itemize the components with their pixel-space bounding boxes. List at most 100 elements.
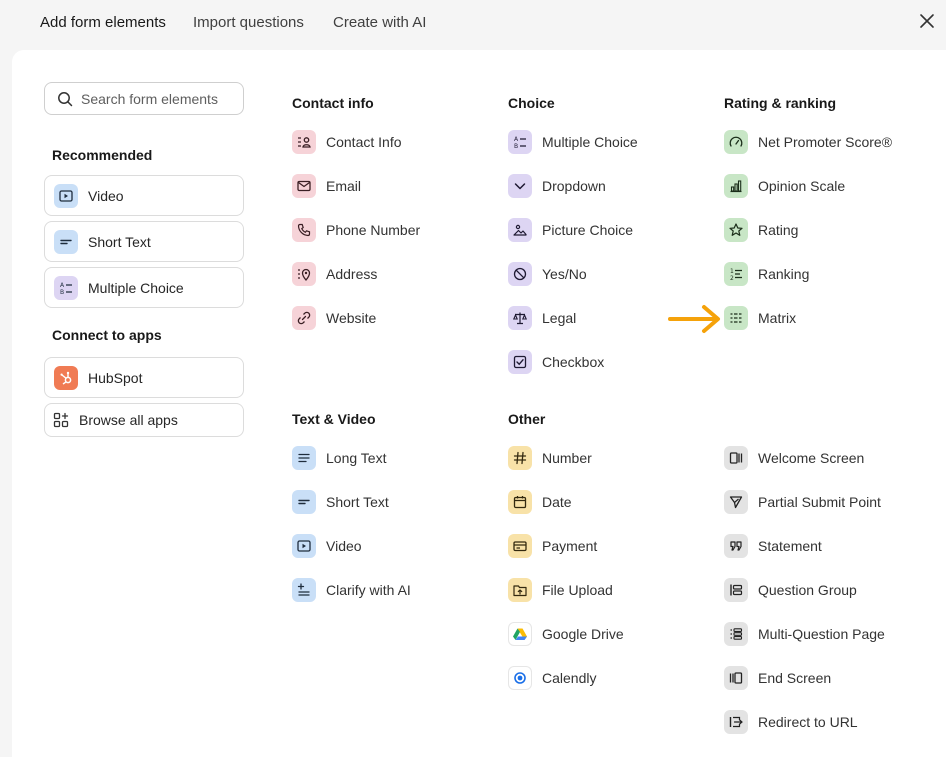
element-calendly[interactable]: Calendly [508, 665, 596, 691]
clarify-ai-icon [292, 578, 316, 602]
element-label: Opinion Scale [758, 178, 846, 194]
element-rating[interactable]: Rating [724, 217, 798, 243]
ranking-icon: 12 [724, 262, 748, 286]
element-label: Statement [758, 538, 822, 554]
short-text-icon [54, 229, 78, 254]
multiple-choice-icon: AB [54, 275, 78, 300]
element-label: Question Group [758, 582, 857, 598]
send-icon [724, 490, 748, 514]
element-label: Contact Info [326, 134, 402, 150]
element-label: Payment [542, 538, 598, 554]
element-label: Date [542, 494, 572, 510]
tab-add-form-elements[interactable]: Add form elements [40, 13, 166, 33]
element-net-promoter-score[interactable]: Net Promoter Score® [724, 129, 892, 155]
element-ranking[interactable]: 12 Ranking [724, 261, 809, 287]
element-google-drive[interactable]: Google Drive [508, 621, 624, 647]
video-icon [54, 183, 78, 208]
end-screen-icon [724, 666, 748, 690]
element-label: Partial Submit Point [758, 494, 881, 510]
search-input[interactable] [81, 90, 236, 107]
svg-text:A: A [60, 282, 65, 289]
tab-import-questions[interactable]: Import questions [193, 13, 304, 33]
element-file-upload[interactable]: File Upload [508, 577, 613, 603]
long-text-icon [292, 446, 316, 470]
element-email[interactable]: Email [292, 173, 361, 199]
element-matrix[interactable]: Matrix [724, 305, 796, 331]
rating-ranking-heading: Rating & ranking [724, 95, 837, 111]
question-group-icon [724, 578, 748, 602]
element-opinion-scale[interactable]: Opinion Scale [724, 173, 845, 199]
yes-no-icon [508, 262, 532, 286]
element-legal[interactable]: Legal [508, 305, 576, 331]
element-partial-submit-point[interactable]: Partial Submit Point [724, 489, 881, 515]
close-icon[interactable] [918, 12, 936, 30]
calendly-icon [508, 666, 532, 690]
hubspot-icon [54, 365, 78, 390]
element-label: End Screen [758, 670, 832, 686]
element-label: Multi-Question Page [758, 626, 885, 642]
element-short-text[interactable]: Short Text [292, 489, 389, 515]
element-date[interactable]: Date [508, 489, 572, 515]
element-label: Redirect to URL [758, 714, 858, 730]
multi-question-icon [724, 622, 748, 646]
element-multiple-choice[interactable]: AB Multiple Choice [508, 129, 638, 155]
element-long-text[interactable]: Long Text [292, 445, 386, 471]
element-website[interactable]: Website [292, 305, 376, 331]
element-clarify-with-ai[interactable]: Clarify with AI [292, 577, 411, 603]
video-icon [292, 534, 316, 558]
browse-all-apps-button[interactable]: Browse all apps [44, 403, 244, 437]
tab-create-with-ai[interactable]: Create with AI [333, 13, 426, 33]
element-label: Website [326, 310, 377, 326]
element-label: Google Drive [542, 626, 624, 642]
element-yes-no[interactable]: Yes/No [508, 261, 587, 287]
app-item-hubspot[interactable]: HubSpot [44, 357, 244, 398]
redirect-icon [724, 710, 748, 734]
element-label: Long Text [326, 450, 387, 466]
envelope-icon [292, 174, 316, 198]
element-dropdown[interactable]: Dropdown [508, 173, 606, 199]
text-video-heading: Text & Video [292, 411, 376, 427]
search-field[interactable] [44, 82, 244, 115]
element-multi-question-page[interactable]: Multi-Question Page [724, 621, 885, 647]
chevron-down-icon [508, 174, 532, 198]
element-label: Checkbox [542, 354, 605, 370]
other-heading: Other [508, 411, 546, 427]
element-welcome-screen[interactable]: Welcome Screen [724, 445, 864, 471]
element-label: Clarify with AI [326, 582, 411, 598]
apps-grid-icon [53, 412, 69, 428]
element-contact-info[interactable]: Contact Info [292, 129, 402, 155]
recommended-item-video[interactable]: Video [44, 175, 244, 216]
scales-icon [508, 306, 532, 330]
element-video[interactable]: Video [292, 533, 362, 559]
matrix-grid-icon [724, 306, 748, 330]
element-label: Net Promoter Score® [758, 134, 893, 150]
image-icon [508, 218, 532, 242]
recommended-item-label: Short Text [88, 233, 151, 250]
short-text-icon [292, 490, 316, 514]
google-drive-icon [508, 622, 532, 646]
element-picture-choice[interactable]: Picture Choice [508, 217, 633, 243]
element-statement[interactable]: Statement [724, 533, 822, 559]
recommended-item-short-text[interactable]: Short Text [44, 221, 244, 262]
element-address[interactable]: Address [292, 261, 377, 287]
element-checkbox[interactable]: Checkbox [508, 349, 604, 375]
contact-info-heading: Contact info [292, 95, 374, 111]
app-item-label: HubSpot [88, 369, 143, 386]
element-label: Picture Choice [542, 222, 634, 238]
element-label: Video [326, 538, 362, 554]
element-payment[interactable]: Payment [508, 533, 597, 559]
recommended-item-label: Video [88, 187, 124, 204]
element-question-group[interactable]: Question Group [724, 577, 857, 603]
app-item-label: Browse all apps [79, 412, 178, 428]
svg-text:B: B [514, 143, 518, 150]
recommended-item-multiple-choice[interactable]: AB Multiple Choice [44, 267, 244, 308]
element-label: File Upload [542, 582, 613, 598]
element-label: Ranking [758, 266, 810, 282]
element-end-screen[interactable]: End Screen [724, 665, 831, 691]
checkbox-icon [508, 350, 532, 374]
element-redirect-to-url[interactable]: Redirect to URL [724, 709, 858, 735]
element-label: Welcome Screen [758, 450, 865, 466]
element-phone-number[interactable]: Phone Number [292, 217, 420, 243]
element-number[interactable]: Number [508, 445, 592, 471]
calendar-icon [508, 490, 532, 514]
